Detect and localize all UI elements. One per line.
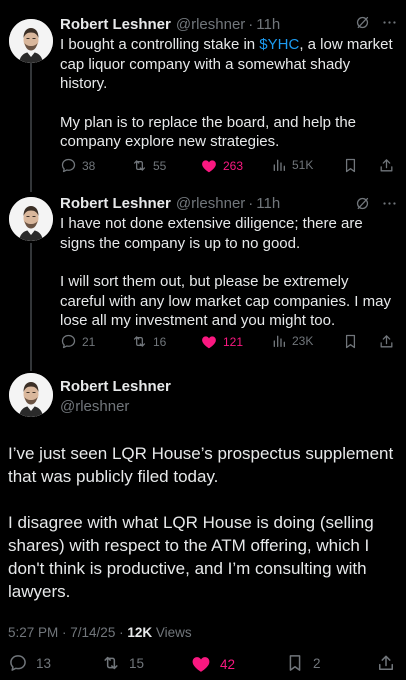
reply-icon	[8, 653, 28, 673]
views-label: Views	[152, 625, 192, 640]
author-name[interactable]: Robert Leshner	[60, 378, 171, 395]
post-date[interactable]: 7/14/25	[70, 625, 115, 640]
main-tweet: Robert Leshner @rleshner I’ve just seen …	[0, 0, 406, 680]
thread-connector	[30, 362, 32, 371]
views-count: 12K	[127, 625, 153, 640]
separator-dot: ·	[115, 625, 128, 640]
like-filled-icon	[190, 653, 212, 675]
separator-dot: ·	[58, 625, 71, 640]
tweet-paragraph: I’ve just seen LQR House’s prospectus su…	[8, 444, 394, 486]
reply-count: 13	[36, 655, 52, 671]
bookmark-icon	[285, 653, 305, 673]
repost-count: 15	[129, 655, 145, 671]
reply-button[interactable]: 13	[8, 653, 51, 673]
tweet-metadata: 5:27 PM · 7/14/25 · 12K Views	[8, 625, 192, 640]
repost-icon	[101, 653, 121, 673]
author-handle[interactable]: @rleshner	[60, 398, 129, 415]
like-count: 42	[220, 656, 236, 672]
share-button[interactable]	[376, 653, 396, 673]
action-bar: 13 15 42 2	[0, 649, 406, 679]
post-time[interactable]: 5:27 PM	[8, 625, 58, 640]
avatar[interactable]	[9, 373, 53, 417]
bookmark-count: 2	[313, 655, 321, 671]
tweet-paragraph: I disagree with what LQR House is doing …	[8, 513, 374, 601]
repost-button[interactable]: 15	[101, 653, 144, 673]
share-icon	[376, 653, 396, 673]
like-button[interactable]: 42	[190, 653, 235, 675]
bookmark-button[interactable]: 2	[285, 653, 321, 673]
tweet-text: I’ve just seen LQR House’s prospectus su…	[8, 442, 400, 603]
